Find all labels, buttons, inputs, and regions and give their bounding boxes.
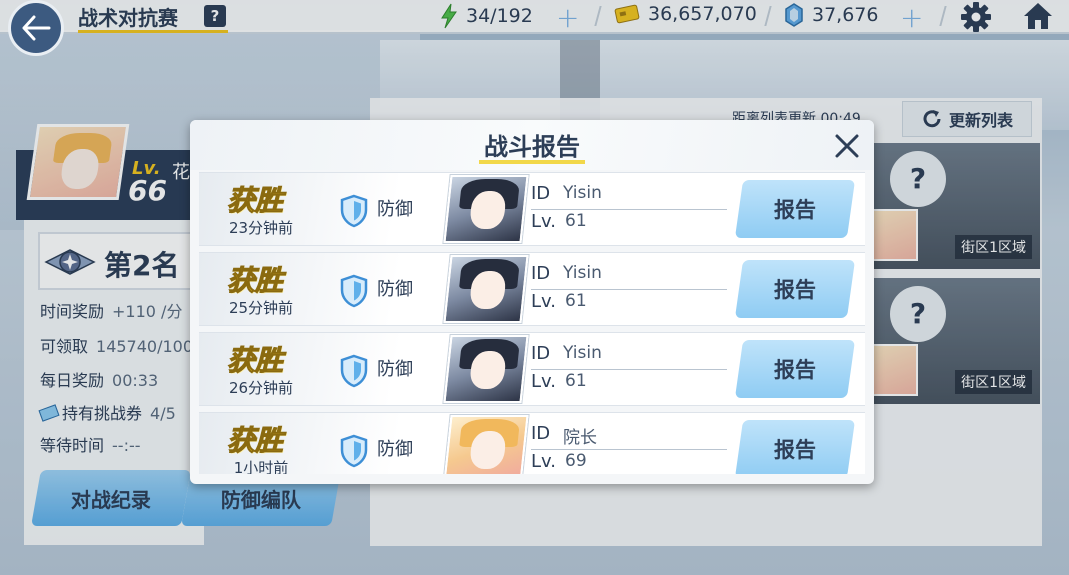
defense-shield-icon bbox=[340, 194, 368, 228]
level-label: Lv. bbox=[531, 371, 557, 392]
opponent-level: 61 bbox=[565, 371, 587, 391]
report-button[interactable]: 报告 bbox=[734, 420, 856, 474]
opponent-avatar bbox=[443, 175, 529, 243]
result-label: 获胜 bbox=[226, 184, 284, 218]
report-button-label: 报告 bbox=[774, 358, 816, 382]
report-button-label: 报告 bbox=[774, 278, 816, 302]
level-label: Lv. bbox=[531, 211, 557, 232]
battle-type: 防御 bbox=[377, 359, 413, 380]
divider bbox=[531, 209, 727, 210]
defense-shield-icon bbox=[340, 274, 368, 308]
report-button-label: 报告 bbox=[774, 198, 816, 222]
id-label: ID bbox=[531, 423, 551, 444]
opponent-level: 61 bbox=[565, 291, 587, 311]
battle-type: 防御 bbox=[377, 279, 413, 300]
time-ago: 26分钟前 bbox=[228, 379, 294, 397]
opponent-avatar bbox=[443, 415, 529, 474]
report-row: 获胜 23分钟前 防御 ID Yisin Lv. 61 报告 bbox=[199, 172, 865, 246]
report-button[interactable]: 报告 bbox=[734, 340, 856, 398]
close-icon bbox=[835, 134, 859, 158]
level-label: Lv. bbox=[531, 291, 557, 312]
back-button[interactable] bbox=[8, 0, 64, 56]
battle-report-modal: 战斗报告 获胜 23分钟前 防御 ID Yisin Lv. 61 报告 获胜 2… bbox=[190, 120, 874, 484]
report-row: 获胜 26分钟前 防御 ID Yisin Lv. 61 报告 bbox=[199, 332, 865, 406]
divider bbox=[531, 289, 727, 290]
report-row: 获胜 25分钟前 防御 ID Yisin Lv. 61 报告 bbox=[199, 252, 865, 326]
report-button-label: 报告 bbox=[774, 438, 816, 462]
divider bbox=[531, 369, 727, 370]
report-button[interactable]: 报告 bbox=[734, 260, 856, 318]
time-ago: 1小时前 bbox=[233, 459, 289, 474]
time-ago: 25分钟前 bbox=[228, 299, 294, 317]
battle-type: 防御 bbox=[377, 439, 413, 460]
result-label: 获胜 bbox=[226, 344, 284, 378]
report-row: 获胜 1小时前 防御 ID 院长 Lv. 69 报告 bbox=[199, 412, 865, 474]
report-button[interactable]: 报告 bbox=[734, 180, 856, 238]
divider bbox=[531, 449, 727, 450]
result-label: 获胜 bbox=[226, 264, 284, 298]
id-label: ID bbox=[531, 263, 551, 284]
level-label: Lv. bbox=[531, 451, 557, 472]
modal-title: 战斗报告 bbox=[484, 133, 580, 161]
opponent-avatar bbox=[443, 255, 529, 323]
back-arrow-icon bbox=[22, 15, 51, 41]
opponent-level: 61 bbox=[565, 211, 587, 231]
opponent-id: Yisin bbox=[563, 263, 602, 283]
defense-shield-icon bbox=[340, 434, 368, 468]
battle-type: 防御 bbox=[377, 199, 413, 220]
id-label: ID bbox=[531, 343, 551, 364]
opponent-id: Yisin bbox=[563, 343, 602, 363]
modal-title-underline bbox=[479, 160, 585, 164]
close-button[interactable] bbox=[830, 129, 864, 163]
defense-shield-icon bbox=[340, 354, 368, 388]
time-ago: 23分钟前 bbox=[228, 219, 294, 237]
opponent-avatar bbox=[443, 335, 529, 403]
opponent-level: 69 bbox=[565, 451, 587, 471]
id-label: ID bbox=[531, 183, 551, 204]
report-list[interactable]: 获胜 23分钟前 防御 ID Yisin Lv. 61 报告 获胜 25分钟前 bbox=[190, 170, 874, 474]
opponent-id: 院长 bbox=[563, 428, 597, 448]
result-label: 获胜 bbox=[226, 424, 284, 458]
opponent-id: Yisin bbox=[563, 183, 602, 203]
